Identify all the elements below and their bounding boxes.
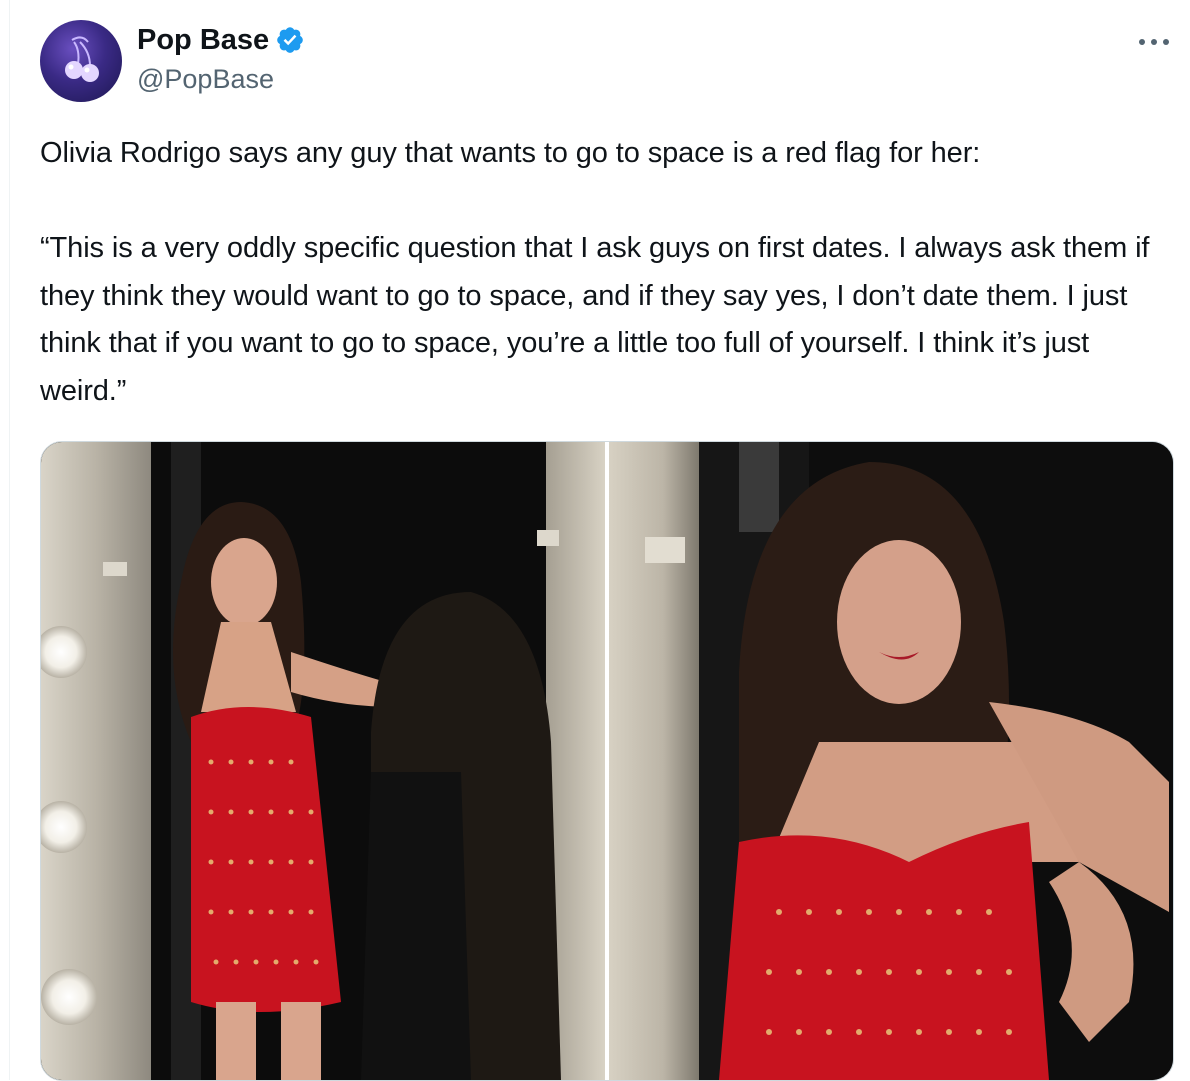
avatar[interactable]	[40, 20, 122, 102]
timeline-divider	[9, 0, 10, 1080]
author-name-row: Pop Base	[137, 22, 305, 58]
author-handle[interactable]: @PopBase	[137, 62, 274, 96]
tweet-photo-2[interactable]	[609, 442, 1173, 1080]
cherry-icon	[65, 36, 99, 82]
author-display-name[interactable]: Pop Base	[137, 22, 269, 58]
verified-badge-icon[interactable]	[275, 25, 305, 55]
photo-dressing-room-full-length-icon	[41, 442, 605, 1080]
photo-dressing-room-closeup-icon	[609, 442, 1173, 1080]
tweet-photo-1[interactable]	[41, 442, 605, 1080]
tweet-media-grid	[40, 441, 1174, 1081]
tweet-text: Olivia Rodrigo says any guy that wants t…	[40, 137, 1150, 407]
more-options-icon[interactable]	[1134, 32, 1174, 52]
